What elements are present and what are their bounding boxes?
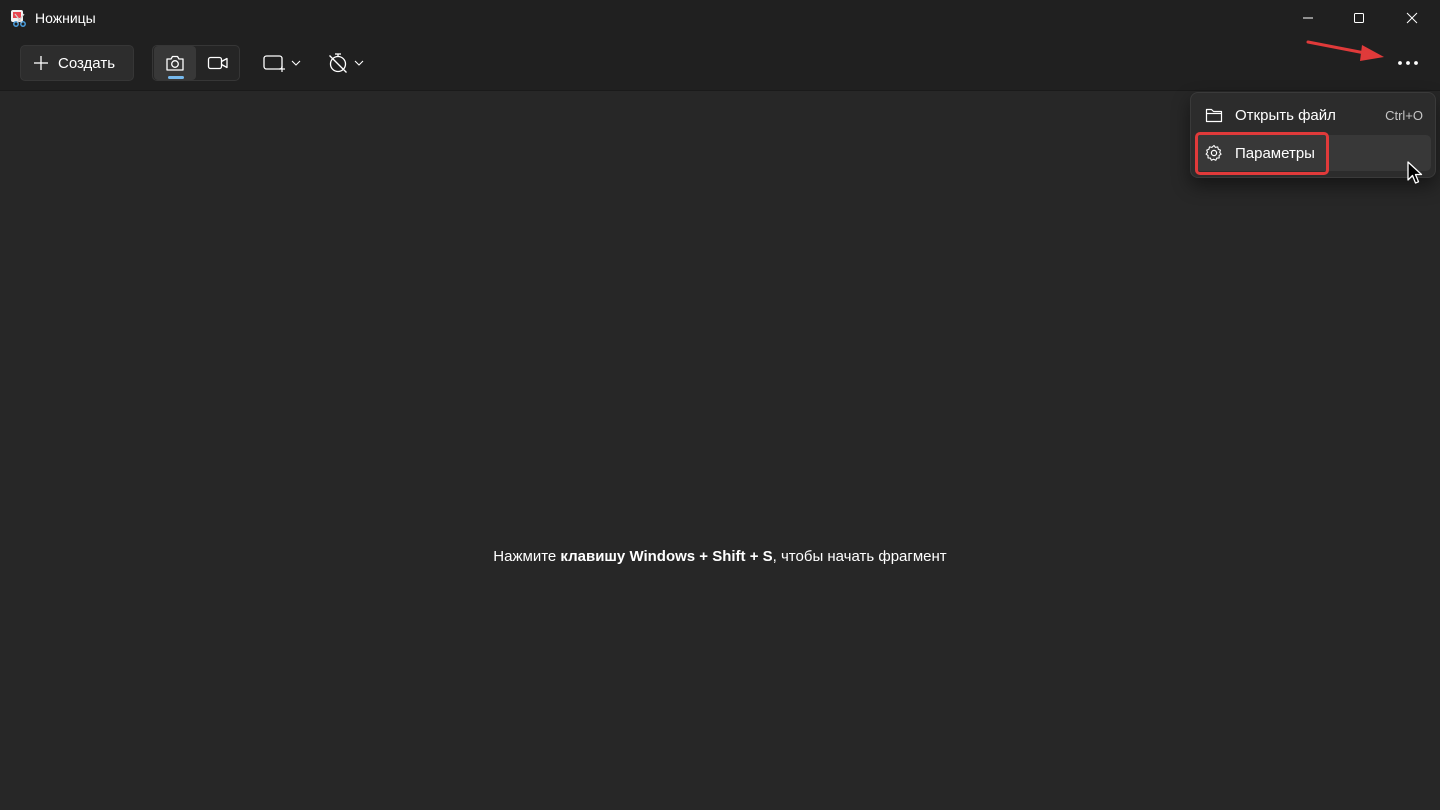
- close-button[interactable]: [1386, 0, 1438, 36]
- maximize-button[interactable]: [1333, 0, 1385, 36]
- chevron-down-icon: [354, 60, 364, 66]
- screenshot-mode-button[interactable]: [154, 46, 196, 80]
- capture-mode-group: [152, 45, 240, 81]
- create-button[interactable]: Создать: [20, 45, 134, 81]
- video-icon: [207, 56, 228, 70]
- snipping-tool-icon: [11, 10, 26, 27]
- app-title: Ножницы: [35, 10, 96, 26]
- chevron-down-icon: [291, 60, 301, 66]
- delay-timer-dropdown[interactable]: [327, 45, 364, 81]
- annotation-arrow-icon: [1306, 40, 1384, 61]
- hint-shortcut: клавишу Windows + Shift + S: [560, 548, 773, 565]
- menu-item-label: Открыть файл: [1235, 106, 1336, 124]
- annotation-highlight: [1195, 132, 1329, 175]
- plus-icon: [34, 56, 48, 70]
- minimize-button[interactable]: [1282, 0, 1334, 36]
- menu-item-open-file[interactable]: Открыть файл Ctrl+O: [1195, 97, 1431, 133]
- create-button-label: Создать: [58, 54, 116, 72]
- close-icon: [1406, 12, 1418, 24]
- camera-icon: [166, 55, 184, 71]
- snipping-tool-window: Ножницы Создать Нажмите клавишу Windows …: [0, 0, 1440, 810]
- capture-hint: Нажмите клавишу Windows + Shift + S, что…: [0, 548, 1440, 565]
- hint-prefix: Нажмите: [493, 548, 561, 565]
- video-mode-button[interactable]: [197, 46, 239, 80]
- menu-item-shortcut: Ctrl+O: [1385, 107, 1423, 123]
- snip-shape-dropdown[interactable]: [262, 45, 301, 81]
- rectangle-snip-icon: [263, 55, 285, 72]
- mouse-cursor-icon: [1407, 161, 1423, 184]
- selected-mode-indicator: [168, 76, 184, 79]
- title-bar: Ножницы: [0, 0, 1440, 36]
- toolbar: Создать: [0, 36, 1440, 91]
- hint-suffix: , чтобы начать фрагмент: [772, 548, 947, 565]
- more-dots-icon: [1398, 61, 1418, 65]
- maximize-icon: [1354, 13, 1364, 23]
- minimize-icon: [1303, 17, 1313, 19]
- folder-icon: [1205, 108, 1223, 123]
- no-timer-icon: [329, 53, 347, 73]
- more-options-button[interactable]: [1386, 45, 1430, 81]
